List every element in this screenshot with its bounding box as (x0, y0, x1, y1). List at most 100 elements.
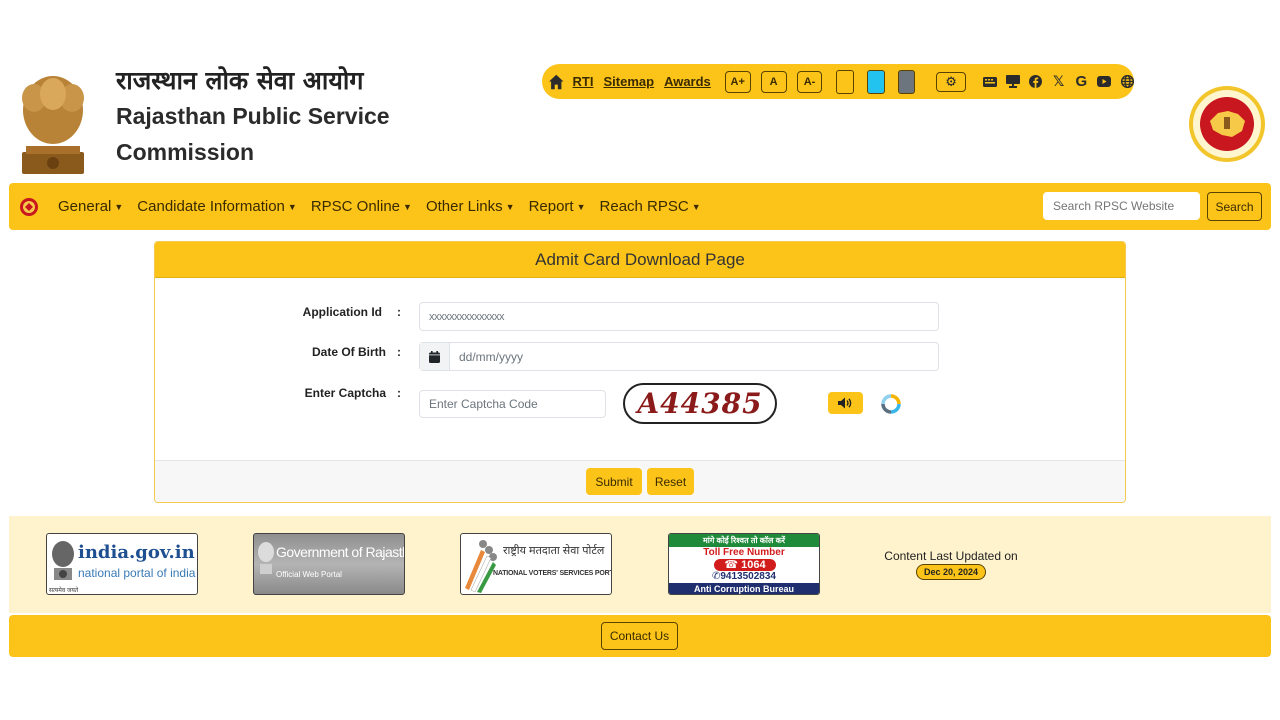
submit-button[interactable]: Submit (586, 468, 642, 495)
colon: : (397, 305, 401, 319)
acb-toll-free: Toll Free Number (703, 547, 785, 558)
content-updated-date: Dec 20, 2024 (915, 564, 987, 580)
form-title: Admit Card Download Page (155, 242, 1125, 278)
contact-us-button[interactable]: Contact Us (601, 622, 678, 650)
google-icon[interactable]: G (1074, 73, 1088, 90)
form-footer: Submit Reset (155, 460, 1125, 502)
acb-number-text: 1064 (741, 559, 766, 571)
site-search-button[interactable]: Search (1207, 192, 1262, 221)
site-search-input[interactable] (1043, 192, 1200, 220)
nav-rpsc-online[interactable]: RPSC Online ▼ (311, 198, 412, 215)
speaker-icon (837, 397, 851, 409)
calendar-icon-box[interactable] (420, 343, 450, 370)
nav-general-label: General (58, 198, 112, 215)
acb-hindi: मांगे कोई रिश्वत तो कॉल करें (669, 534, 819, 547)
nvsp-english: NATIONAL VOTERS' SERVICES PORTAL (493, 570, 612, 577)
captcha-text: A44385 (637, 387, 763, 420)
nvsp-hindi: राष्ट्रीय मतदाता सेवा पोर्टल (503, 545, 605, 557)
captcha-placeholder: Enter Captcha Code (429, 397, 538, 411)
content-updated-label: Content Last Updated on (884, 549, 1018, 563)
emblem-icon (258, 542, 274, 574)
rajasthan-gov-subtitle: Official Web Portal (276, 570, 342, 579)
nav-other-links-label: Other Links (425, 198, 503, 215)
nav-reach-rpsc[interactable]: Reach RPSC ▼ (600, 198, 701, 215)
nav-general[interactable]: General ▼ (58, 198, 123, 215)
font-decrease-button[interactable]: A- (796, 70, 823, 93)
acb-name: Anti Corruption Bureau (669, 583, 819, 594)
x-icon[interactable]: 𝕏 (1052, 73, 1066, 89)
partner-logos-band: india.gov.in national portal of india सत… (9, 516, 1271, 613)
captcha-audio-button[interactable] (828, 392, 863, 414)
content-last-updated: Content Last Updated on Dec 20, 2024 (883, 549, 1019, 580)
rajasthan-gov-link[interactable]: Government of Rajasthan Official Web Por… (253, 533, 405, 595)
refresh-captcha-icon[interactable] (880, 393, 902, 415)
colon: : (397, 386, 401, 400)
india-gov-subtitle: national portal of india (78, 566, 196, 580)
acb-number: ☎ 1064 (714, 559, 776, 571)
keyboard-icon[interactable] (982, 74, 997, 89)
sitemap-link[interactable]: Sitemap (603, 74, 654, 89)
gray-theme-button[interactable] (897, 69, 916, 94)
nav-reach-rpsc-label: Reach RPSC (599, 198, 689, 215)
main-navbar: General ▼ Candidate Information ▼ RPSC Onl… (9, 183, 1271, 230)
rti-link[interactable]: RTI (573, 74, 594, 89)
nvsp-link[interactable]: राष्ट्रीय मतदाता सेवा पोर्टल NATIONAL VO… (460, 533, 612, 595)
cyan-theme-button[interactable] (867, 69, 885, 94)
caret-down-icon: ▼ (576, 201, 586, 212)
captcha-image: A44385 (623, 383, 777, 424)
national-emblem-logo (22, 76, 84, 174)
nav-rpsc-online-label: RPSC Online (310, 198, 401, 215)
caret-down-icon: ▼ (114, 201, 124, 212)
application-id-label: Application Id (302, 305, 382, 319)
title-hindi: राजस्थान लोक सेवा आयोग (116, 66, 364, 95)
dob-input-group[interactable]: dd/mm/yyyy (419, 342, 939, 371)
nav-other-links[interactable]: Other Links ▼ (426, 198, 515, 215)
caret-down-icon: ▼ (403, 201, 412, 212)
acb-whatsapp-text: 9413502834 (720, 571, 776, 582)
reset-button[interactable]: Reset (647, 468, 694, 495)
captcha-label: Enter Captcha (304, 386, 386, 400)
home-icon[interactable] (548, 73, 565, 91)
dob-label: Date Of Birth (311, 345, 386, 359)
caret-down-icon: ▼ (505, 201, 515, 212)
facebook-icon[interactable] (1029, 74, 1043, 89)
rpsc-seal-logo (1189, 86, 1265, 162)
site-title: राजस्थान लोक सेवा आयोग Rajasthan Public … (116, 64, 390, 170)
calendar-icon (429, 350, 440, 363)
globe-icon[interactable] (1120, 74, 1134, 89)
india-gov-title: india.gov.in (78, 542, 195, 563)
bottom-bar: Contact Us (9, 615, 1271, 657)
dob-placeholder: dd/mm/yyyy (459, 349, 524, 364)
settings-button[interactable]: ⚙ (936, 71, 966, 92)
application-id-input[interactable]: xxxxxxxxxxxxxxx (419, 302, 939, 331)
application-id-value: xxxxxxxxxxxxxxx (429, 310, 505, 323)
nav-report-label: Report (528, 198, 574, 215)
desktop-icon[interactable] (1005, 74, 1020, 89)
rpsc-nav-logo[interactable] (19, 197, 39, 217)
admit-card-form: Admit Card Download Page Application Id … (154, 241, 1126, 503)
nav-report[interactable]: Report ▼ (529, 198, 586, 215)
acb-whatsapp: ✆9413502834 (669, 571, 819, 582)
nav-candidate-information-label: Candidate Information (137, 198, 285, 215)
india-gov-link[interactable]: india.gov.in national portal of india सत… (46, 533, 198, 595)
utility-bar: RTI Sitemap Awards A+ A A- ⚙ 𝕏 G (542, 64, 1134, 99)
gear-icon: ⚙ (945, 73, 957, 89)
emblem-icon (52, 541, 74, 580)
font-increase-button[interactable]: A+ (724, 70, 751, 93)
title-english-line1: Rajasthan Public Service (116, 103, 390, 129)
rajasthan-gov-title: Government of Rajasthan (276, 544, 404, 560)
voters-portal-icon (465, 540, 497, 593)
colon: : (397, 345, 401, 359)
anti-corruption-bureau-link[interactable]: मांगे कोई रिश्वत तो कॉल करें Toll Free N… (668, 533, 820, 595)
youtube-icon[interactable] (1097, 74, 1112, 89)
nav-candidate-information[interactable]: Candidate Information ▼ (137, 198, 297, 215)
font-normal-button[interactable]: A (760, 70, 787, 93)
india-gov-hindi: सत्यमेव जयते (49, 588, 79, 594)
phone-icon: ☎ (724, 559, 742, 571)
caret-down-icon: ▼ (287, 201, 297, 212)
caret-down-icon: ▼ (691, 201, 701, 212)
awards-link[interactable]: Awards (664, 74, 711, 89)
yellow-theme-button[interactable] (836, 69, 855, 94)
title-english-line2: Commission (116, 139, 255, 165)
captcha-input[interactable]: Enter Captcha Code (419, 390, 606, 418)
